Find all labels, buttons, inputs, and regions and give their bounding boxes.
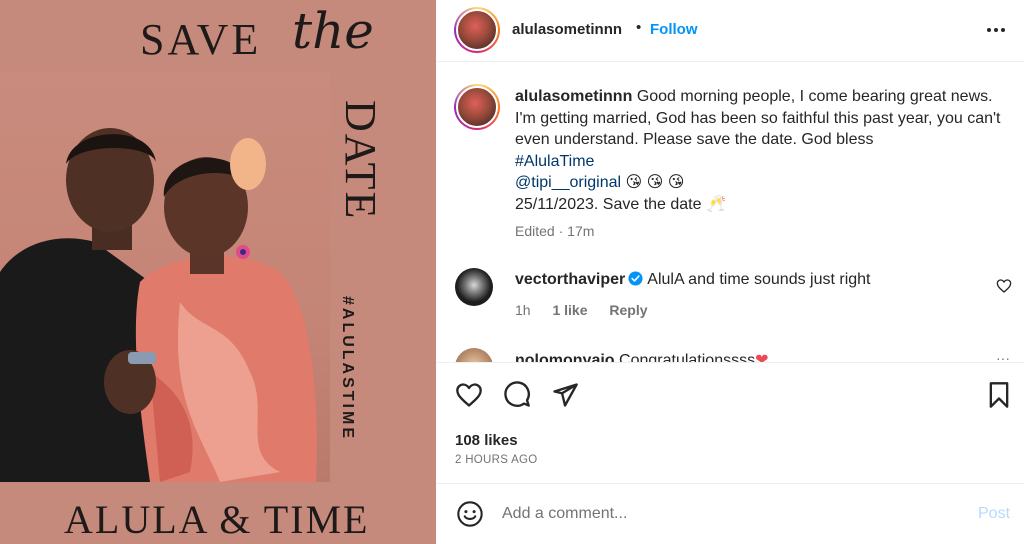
save-text: SAVE xyxy=(140,15,262,64)
post-timestamp: 2 HOURS AGO xyxy=(455,454,538,466)
caption-emojis: 😘 😘 😘 xyxy=(625,174,685,191)
post-sidebar: alulasometinnn • Follow alulasometinnn G… xyxy=(436,0,1024,544)
post-actions: 108 likes 2 HOURS AGO xyxy=(436,362,1024,482)
add-comment-bar: Post xyxy=(436,483,1024,544)
comment-like-heart-icon[interactable] xyxy=(996,278,1012,294)
comment-icon[interactable] xyxy=(503,381,531,409)
comment-body: AlulA and time sounds just right xyxy=(647,271,871,288)
date-text-vertical: DATE xyxy=(336,100,388,240)
comment-input[interactable] xyxy=(502,502,962,526)
comment-more-icon[interactable]: ··· xyxy=(996,350,1010,362)
comment-body: Congratulationssss xyxy=(619,352,756,362)
caption-mention[interactable]: @tipi__original xyxy=(515,174,621,191)
caption-text: alulasometinnn Good morning people, I co… xyxy=(515,86,1005,215)
more-horizontal-icon[interactable] xyxy=(984,18,1008,42)
edited-label: Edited xyxy=(515,223,555,239)
couple-photo xyxy=(0,72,330,482)
header-separator: • xyxy=(636,19,642,36)
heart-icon[interactable] xyxy=(455,381,483,409)
couple-illustration xyxy=(0,128,317,482)
commenter-avatar[interactable] xyxy=(455,268,493,306)
edited-separator: · xyxy=(558,223,564,239)
date-text: DATE xyxy=(336,100,385,221)
reply-button[interactable]: Reply xyxy=(609,302,647,318)
hashtag-vertical: #ALULASTIME xyxy=(336,296,360,466)
caption-hashtag[interactable]: #AlulaTime xyxy=(515,153,594,170)
post-button[interactable]: Post xyxy=(978,505,1010,523)
red-heart-emoji: ❤ xyxy=(755,352,769,362)
author-username[interactable]: alulasometinnn xyxy=(512,21,622,38)
comment-text: nolomonyaio Congratulationssss❤ xyxy=(515,350,769,362)
post-header: alulasometinnn • Follow xyxy=(436,0,1024,62)
caption-date-line: 25/11/2023. Save the date 🥂 xyxy=(515,195,726,213)
caption-edited: Edited · 17m xyxy=(515,223,594,239)
caption-avatar[interactable] xyxy=(454,84,500,130)
commenter-username[interactable]: nolomonyaio xyxy=(515,352,615,362)
commenter-avatar[interactable] xyxy=(455,348,493,362)
follow-button[interactable]: Follow xyxy=(650,21,698,38)
couple-names: ALULA & TIME xyxy=(64,497,370,542)
comment-time: 1h xyxy=(515,302,531,318)
hashtag-text: #ALULASTIME xyxy=(339,296,356,441)
comment-likes[interactable]: 1 like xyxy=(552,302,587,318)
likes-count[interactable]: 108 likes xyxy=(455,432,518,449)
bookmark-icon[interactable] xyxy=(985,381,1013,409)
the-text: the xyxy=(292,2,374,60)
commenter-username[interactable]: vectorthaviper xyxy=(515,271,625,288)
verified-badge-icon xyxy=(628,271,643,286)
edited-time: 17m xyxy=(567,223,595,239)
post-image[interactable]: SAVE the DATE #ALULASTIME ALULA & TIME xyxy=(0,0,436,544)
author-avatar[interactable] xyxy=(454,7,500,53)
comment-text: vectorthaviper AlulA and time sounds just… xyxy=(515,271,871,289)
comment-item: nolomonyaio Congratulationssss❤ ··· xyxy=(436,344,1024,362)
send-icon[interactable] xyxy=(551,381,579,409)
caption-username[interactable]: alulasometinnn xyxy=(515,88,632,105)
emoji-icon[interactable] xyxy=(456,500,484,528)
comment-meta: 1h 1 like Reply xyxy=(515,302,666,318)
